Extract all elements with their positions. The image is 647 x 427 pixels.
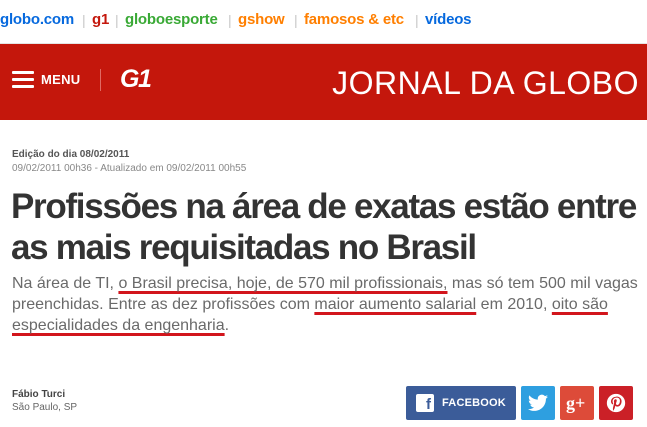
portal-link-gshow[interactable]: gshow	[238, 11, 285, 28]
nav-separator: |	[228, 12, 232, 28]
author-location: São Paulo, SP	[12, 402, 78, 413]
summary-highlight: o Brasil precisa, hoje, de 570 mil profi…	[118, 275, 448, 292]
portal-link-globo[interactable]: globo.com	[0, 11, 74, 28]
googleplus-icon: g+	[566, 393, 586, 413]
pinterest-icon	[606, 393, 626, 413]
g1-logo[interactable]: G1	[120, 65, 152, 94]
twitter-share-button[interactable]	[521, 386, 555, 420]
site-header: MENU G1 JORNAL DA GLOBO	[0, 44, 647, 120]
menu-icon[interactable]	[12, 71, 34, 89]
nav-separator: |	[415, 12, 419, 28]
nav-separator: |	[294, 12, 298, 28]
facebook-share-label: FACEBOOK	[442, 397, 506, 409]
summary-highlight: maior aumento salarial	[314, 296, 477, 313]
googleplus-share-button[interactable]: g+	[560, 386, 594, 420]
summary-text: em 2010,	[476, 296, 552, 313]
article-summary: Na área de TI, o Brasil precisa, hoje, d…	[12, 273, 642, 336]
author-name: Fábio Turci	[12, 389, 66, 400]
portal-nav: globo.com | g1 | globoesporte | gshow | …	[0, 0, 647, 44]
header-divider	[100, 69, 101, 91]
portal-link-famosos[interactable]: famosos & etc	[304, 11, 404, 28]
twitter-icon	[528, 394, 548, 411]
menu-button-label[interactable]: MENU	[41, 72, 80, 87]
facebook-icon: f	[416, 394, 434, 413]
article-timestamps: 09/02/2011 00h36 - Atualizado em 09/02/2…	[12, 163, 247, 174]
portal-link-videos[interactable]: vídeos	[425, 11, 472, 28]
facebook-share-button[interactable]: f FACEBOOK	[406, 386, 516, 420]
program-title[interactable]: JORNAL DA GLOBO	[332, 65, 639, 102]
pinterest-share-button[interactable]	[599, 386, 633, 420]
summary-text: .	[224, 317, 230, 334]
summary-text: Na área de TI,	[12, 275, 119, 292]
article-headline: Profissões na área de exatas estão entre…	[11, 187, 637, 267]
edition-date: Edição do dia 08/02/2011	[12, 149, 130, 160]
nav-separator: |	[82, 12, 86, 28]
portal-link-globoesporte[interactable]: globoesporte	[125, 11, 218, 28]
portal-link-g1[interactable]: g1	[92, 11, 109, 28]
nav-separator: |	[115, 12, 119, 28]
